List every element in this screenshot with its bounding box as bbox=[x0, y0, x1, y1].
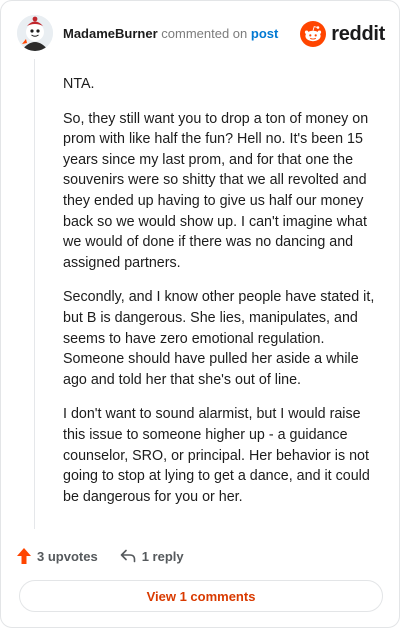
comment-actions: 3 upvotes 1 reply bbox=[17, 545, 206, 567]
upvote-button[interactable]: 3 upvotes bbox=[17, 548, 98, 564]
action-text: commented on bbox=[161, 26, 248, 41]
reply-count: 1 reply bbox=[141, 548, 184, 564]
reddit-wordmark: reddit bbox=[331, 22, 385, 45]
upvote-count: 3 upvotes bbox=[37, 548, 98, 564]
post-link[interactable]: post bbox=[251, 26, 278, 41]
thread-line bbox=[34, 59, 35, 529]
username-link[interactable]: MadameBurner bbox=[63, 26, 158, 41]
comment-paragraph: I don't want to sound alarmist, but I wo… bbox=[63, 406, 370, 505]
avatar-image bbox=[17, 15, 53, 51]
comment-body: NTA. So, they still want you to drop a t… bbox=[63, 74, 379, 521]
reply-button[interactable]: 1 reply bbox=[120, 549, 184, 564]
reply-arrow-icon bbox=[120, 549, 135, 563]
upvote-arrow-icon bbox=[17, 548, 31, 564]
comment-paragraph: NTA. bbox=[63, 76, 95, 92]
comment-paragraph: So, they still want you to drop a ton of… bbox=[63, 110, 369, 271]
comment-paragraph: Secondly, and I know other people have s… bbox=[63, 289, 375, 388]
user-avatar[interactable] bbox=[17, 15, 53, 51]
comment-header: MadameBurner commented on post reddit bbox=[17, 15, 385, 55]
reddit-logo[interactable]: reddit bbox=[300, 21, 385, 47]
comment-card: MadameBurner commented on post reddit NT… bbox=[0, 0, 400, 628]
view-comments-button[interactable]: View 1 comments bbox=[19, 580, 383, 612]
comment-meta: MadameBurner commented on post bbox=[63, 26, 278, 42]
reddit-snoo-icon bbox=[300, 21, 327, 47]
